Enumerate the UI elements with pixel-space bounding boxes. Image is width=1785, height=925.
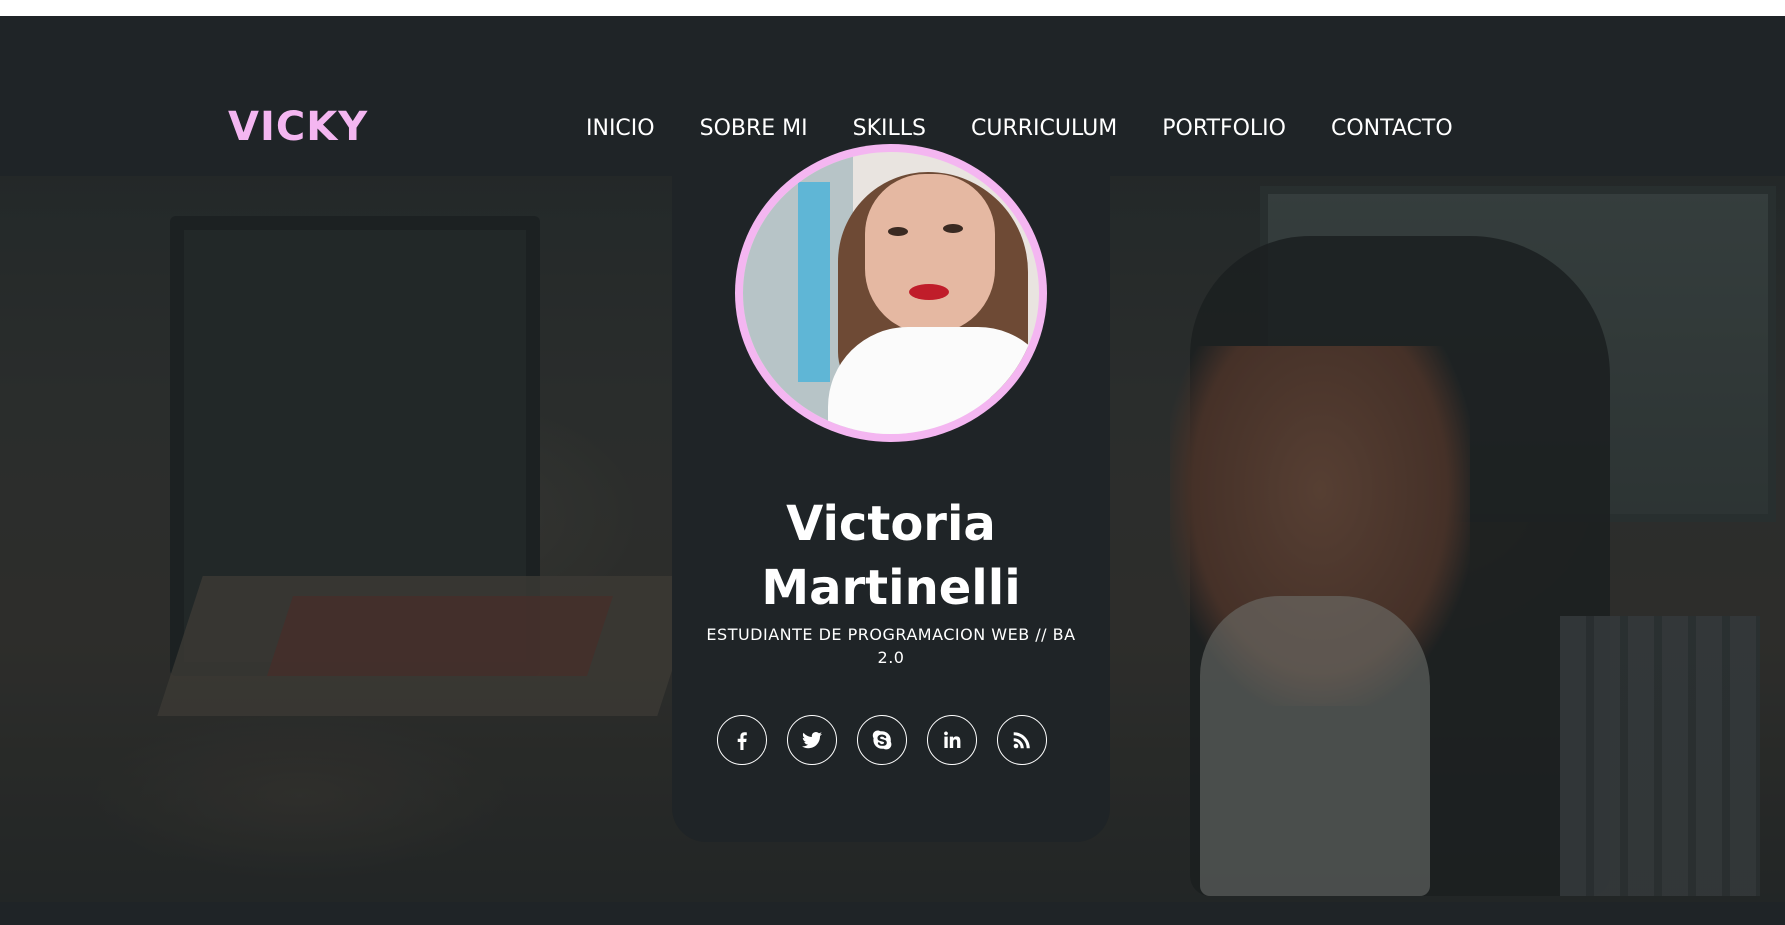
twitter-link[interactable] bbox=[787, 715, 837, 765]
facebook-icon bbox=[737, 732, 747, 750]
linkedin-link[interactable] bbox=[927, 715, 977, 765]
site-logo[interactable]: VICKY bbox=[228, 104, 368, 150]
skype-icon bbox=[872, 730, 892, 750]
rss-link[interactable] bbox=[997, 715, 1047, 765]
main-nav: INICIO SOBRE MI SKILLS CURRICULUM PORTFO… bbox=[586, 116, 1453, 141]
header-top-band bbox=[0, 16, 1785, 82]
nav-item-sobre-mi[interactable]: SOBRE MI bbox=[700, 116, 808, 141]
facebook-link[interactable] bbox=[717, 715, 767, 765]
nav-item-inicio[interactable]: INICIO bbox=[586, 116, 655, 141]
bottom-strip bbox=[0, 902, 1785, 925]
profile-photo bbox=[743, 152, 1039, 434]
page: VICKY INICIO SOBRE MI SKILLS CURRICULUM … bbox=[0, 0, 1785, 925]
nav-item-curriculum[interactable]: CURRICULUM bbox=[971, 116, 1117, 141]
rss-icon bbox=[1013, 732, 1030, 749]
nav-item-contacto[interactable]: CONTACTO bbox=[1331, 116, 1453, 141]
nav-item-skills[interactable]: SKILLS bbox=[853, 116, 926, 141]
social-links bbox=[717, 715, 1047, 765]
skype-link[interactable] bbox=[857, 715, 907, 765]
profile-photo-frame bbox=[735, 144, 1047, 442]
profile-subtitle: ESTUDIANTE DE PROGRAMACION WEB // BA 2.0 bbox=[706, 625, 1076, 667]
profile-name: Victoria Martinelli bbox=[761, 496, 1021, 616]
twitter-icon bbox=[802, 732, 822, 749]
nav-item-portfolio[interactable]: PORTFOLIO bbox=[1162, 116, 1286, 141]
linkedin-icon bbox=[944, 731, 961, 748]
